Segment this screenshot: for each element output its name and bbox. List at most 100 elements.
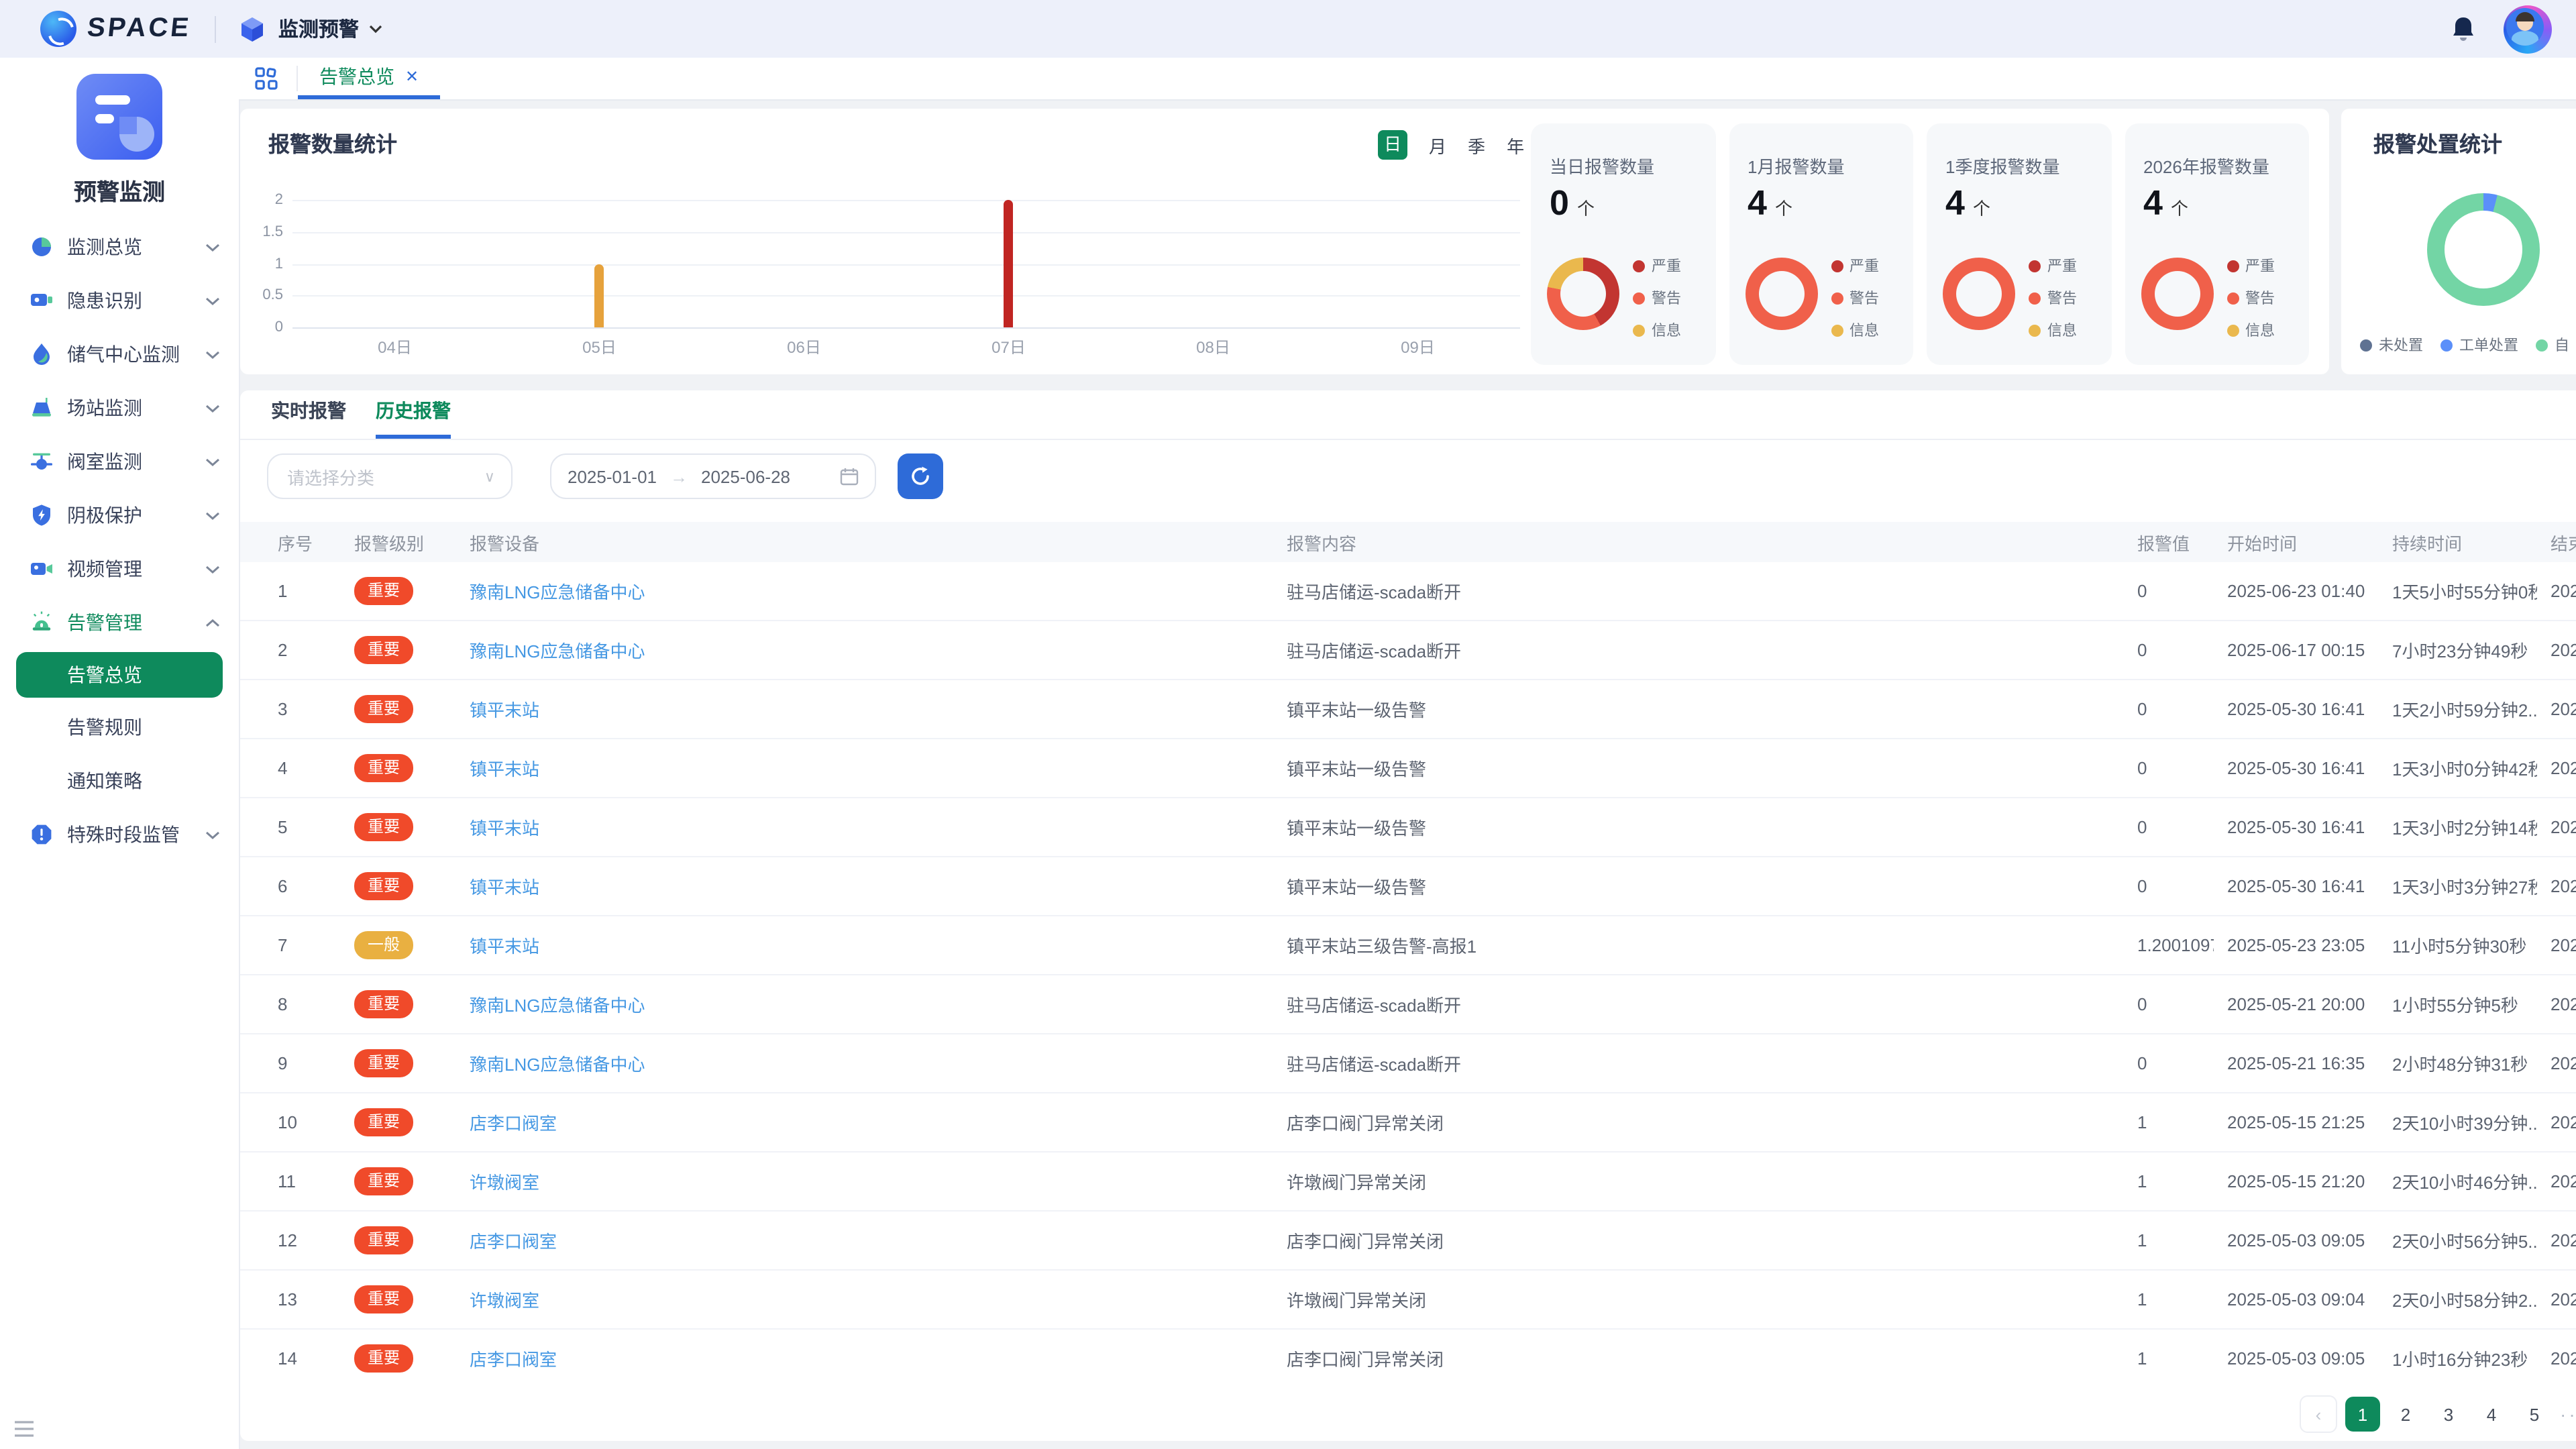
table-row: 10 重要 店李口阀室 店李口阀门异常关闭 1 2025-05-15 21:25… — [240, 1093, 2576, 1152]
device-link[interactable]: 豫南LNG应急储备中心 — [470, 1055, 645, 1075]
device-link[interactable]: 镇平末站 — [470, 818, 539, 839]
cell-start-time: 2025-05-21 16:35 — [2214, 1034, 2379, 1093]
disposal-card: 报警处置统计 未处置工单处置自 — [2341, 109, 2576, 374]
cell-end-time: 2025 — [2537, 739, 2576, 798]
tab-realtime-alerts[interactable]: 实时报警 — [271, 390, 346, 435]
stat-card: 当日报警数量 0个 严重警告信息 — [1531, 123, 1715, 365]
pagination-prev-button[interactable]: ‹ — [2300, 1395, 2337, 1433]
level-badge: 重要 — [354, 1108, 413, 1136]
user-avatar[interactable] — [2504, 5, 2552, 53]
level-badge: 重要 — [354, 990, 413, 1018]
stat-card: 1季度报警数量 4个 严重警告信息 — [1927, 123, 2111, 365]
app-cube-icon — [238, 14, 268, 44]
grid-menu-icon[interactable] — [239, 58, 297, 99]
device-link[interactable]: 镇平末站 — [470, 877, 539, 898]
cell-content: 店李口阀门异常关闭 — [1273, 1329, 2124, 1387]
pagination-page-5[interactable]: 5 — [2517, 1397, 2552, 1432]
device-link[interactable]: 许墩阀室 — [470, 1173, 539, 1193]
stat-cards: 当日报警数量 0个 严重警告信息 1月报警数量 4个 严重警告信息 1季度报警数… — [1531, 123, 2309, 365]
table-row: 13 重要 许墩阀室 许墩阀门异常关闭 1 2025-05-03 09:04 2… — [240, 1270, 2576, 1329]
sidebar-subitem-alarm-rules[interactable]: 告警规则 — [0, 700, 239, 754]
range-button-年[interactable]: 年 — [1507, 132, 1524, 158]
notification-bell-icon[interactable] — [2450, 14, 2477, 44]
sidebar-collapse-icon[interactable] — [13, 1419, 35, 1438]
x-tick-label: 06日 — [751, 335, 858, 358]
search-refresh-button[interactable] — [898, 453, 943, 499]
sidebar-item-special-period[interactable]: 特殊时段监管 — [0, 808, 239, 861]
device-link[interactable]: 豫南LNG应急储备中心 — [470, 582, 645, 602]
legend-dot-icon — [1633, 260, 1645, 272]
cell-start-time: 2025-06-17 00:15 — [2214, 621, 2379, 680]
pagination-page-1[interactable]: 1 — [2345, 1397, 2380, 1432]
y-tick-label: 1 — [275, 256, 283, 272]
device-link[interactable]: 豫南LNG应急储备中心 — [470, 996, 645, 1016]
device-link[interactable]: 豫南LNG应急储备中心 — [470, 641, 645, 661]
sidebar-item-cathodic-protection[interactable]: 阴极保护 — [0, 488, 239, 542]
table-row: 7 一般 镇平末站 镇平末站三级告警-高报1 1.2001097 2025-05… — [240, 916, 2576, 975]
tab-alarm-overview[interactable]: 告警总览 ✕ — [298, 58, 440, 99]
pagination-page-4[interactable]: 4 — [2474, 1397, 2509, 1432]
alerts-tabs: 实时报警 历史报警 — [240, 390, 2576, 440]
chevron-down-icon — [205, 511, 220, 520]
alerts-table: 序号 报警级别 报警设备 报警内容 报警值 开始时间 持续时间 结束时间 1 重… — [240, 522, 2576, 1387]
x-tick-label: 07日 — [955, 335, 1063, 358]
cell-index: 8 — [240, 975, 341, 1034]
y-tick-label: 0.5 — [262, 288, 283, 304]
level-badge: 重要 — [354, 754, 413, 782]
cell-value: 1 — [2124, 1329, 2214, 1387]
cell-value: 1 — [2124, 1211, 2214, 1270]
range-button-日[interactable]: 日 — [1378, 130, 1407, 160]
sidebar-item-monitor-overview[interactable]: 监测总览 — [0, 220, 239, 274]
app-chevron-down-icon[interactable] — [370, 24, 383, 34]
level-badge: 重要 — [354, 695, 413, 723]
sidebar-menu: 监测总览 隐患识别 储气中心监测 场站监测 阀室监测 — [0, 220, 239, 861]
cell-start-time: 2025-05-30 16:41 — [2214, 857, 2379, 916]
tab-history-alerts[interactable]: 历史报警 — [376, 390, 451, 439]
sidebar-item-video-management[interactable]: 视频管理 — [0, 542, 239, 596]
device-link[interactable]: 店李口阀室 — [470, 1232, 557, 1252]
stat-card-number: 4个 — [2143, 182, 2188, 224]
cell-content: 镇平末站一级告警 — [1273, 798, 2124, 857]
category-select[interactable]: 请选择分类 ∨ — [267, 453, 513, 499]
range-button-季[interactable]: 季 — [1468, 132, 1485, 158]
legend-item: 警告 — [1831, 287, 1879, 309]
cell-start-time: 2025-05-15 21:25 — [2214, 1093, 2379, 1152]
sidebar-item-hazard-identification[interactable]: 隐患识别 — [0, 274, 239, 327]
device-link[interactable]: 镇平末站 — [470, 700, 539, 720]
device-link[interactable]: 店李口阀室 — [470, 1350, 557, 1370]
level-badge: 重要 — [354, 636, 413, 664]
stat-card-title: 当日报警数量 — [1550, 153, 1654, 178]
range-button-月[interactable]: 月 — [1429, 132, 1446, 158]
table-row: 12 重要 店李口阀室 店李口阀门异常关闭 1 2025-05-03 09:05… — [240, 1211, 2576, 1270]
alert-hexagon-icon — [30, 822, 54, 847]
sidebar-subitem-alarm-overview[interactable]: 告警总览 — [16, 652, 223, 698]
date-range-picker[interactable]: 2025-01-01 → 2025-06-28 — [550, 453, 876, 499]
device-link[interactable]: 许墩阀室 — [470, 1291, 539, 1311]
tab-close-icon[interactable]: ✕ — [405, 67, 419, 86]
cell-start-time: 2025-05-30 16:41 — [2214, 680, 2379, 739]
pagination-page-3[interactable]: 3 — [2431, 1397, 2466, 1432]
app-switcher[interactable]: 监测预警 — [278, 15, 359, 43]
cell-start-time: 2025-05-03 09:04 — [2214, 1270, 2379, 1329]
device-link[interactable]: 镇平末站 — [470, 759, 539, 780]
stat-card-legend: 严重警告信息 — [2226, 255, 2275, 341]
sidebar-item-gas-storage-monitor[interactable]: 储气中心监测 — [0, 327, 239, 381]
pagination-more[interactable]: ··· — [2560, 1403, 2576, 1425]
sidebar-item-alarm-management[interactable]: 告警管理 — [0, 596, 239, 649]
cell-end-time: 2025 — [2537, 1211, 2576, 1270]
sidebar-subitem-notify-policy[interactable]: 通知策略 — [0, 754, 239, 808]
cell-index: 7 — [240, 916, 341, 975]
sidebar-item-valve-room-monitor[interactable]: 阀室监测 — [0, 435, 239, 488]
device-link[interactable]: 店李口阀室 — [470, 1114, 557, 1134]
cell-value: 0 — [2124, 680, 2214, 739]
cell-content: 驻马店储运-scada断开 — [1273, 1034, 2124, 1093]
legend-dot-icon — [1633, 292, 1645, 304]
pagination-page-2[interactable]: 2 — [2388, 1397, 2423, 1432]
level-badge: 重要 — [354, 1344, 413, 1373]
y-tick-label: 1.5 — [262, 224, 283, 240]
pagination: ‹ 12345 ··· — [2300, 1395, 2576, 1433]
cell-end-time: 2025 — [2537, 798, 2576, 857]
sidebar-item-station-monitor[interactable]: 场站监测 — [0, 381, 239, 435]
device-link[interactable]: 镇平末站 — [470, 936, 539, 957]
stat-card-donut-chart — [1547, 258, 1619, 330]
